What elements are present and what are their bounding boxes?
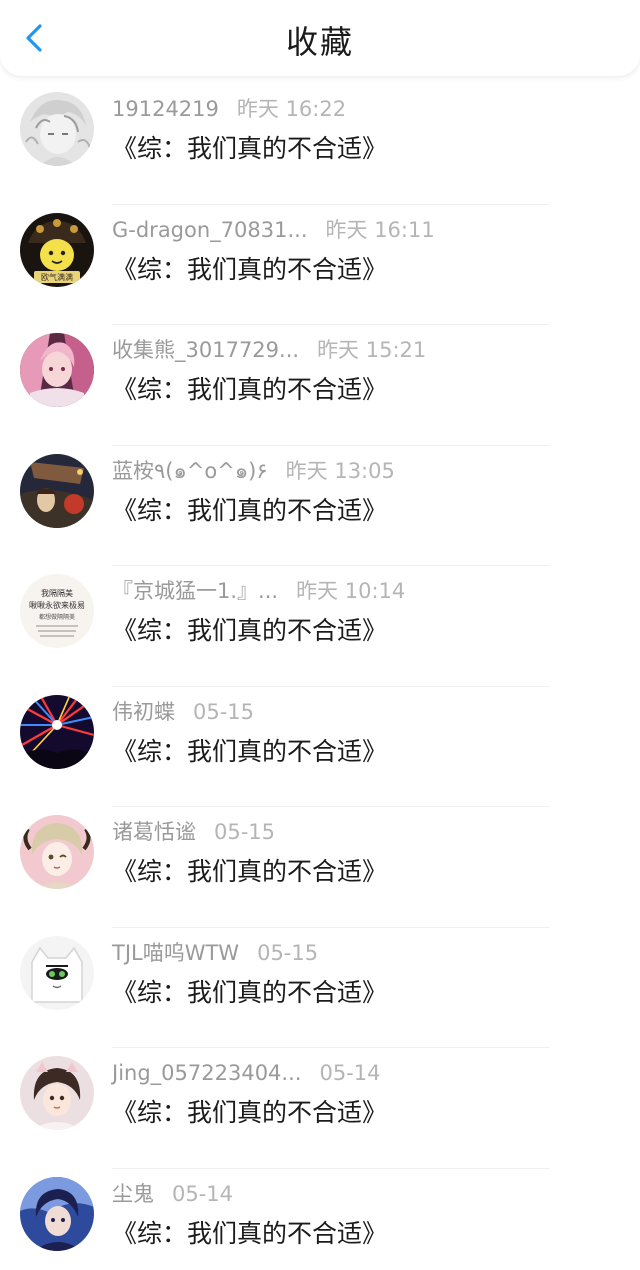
timestamp: 昨天 13:05 bbox=[285, 458, 395, 483]
top-bar: 收藏 bbox=[0, 0, 640, 76]
list-item[interactable]: 我隔隔美 啾啾永欲来极易 都想做隔隔美 『京城猛一1.』... 昨天 10:14 … bbox=[0, 566, 640, 687]
svg-text:欧气满满: 欧气满满 bbox=[41, 272, 73, 282]
timestamp: 昨天 16:22 bbox=[236, 97, 347, 121]
list-item[interactable]: 收集熊_3017729... 昨天 15:21 《综：我们真的不合适》 bbox=[0, 325, 640, 446]
item-meta: 『京城猛一1.』... 昨天 10:14 bbox=[112, 577, 405, 605]
timestamp: 昨天 15:21 bbox=[317, 338, 427, 362]
book-title[interactable]: 《综：我们真的不合适》 bbox=[112, 1215, 387, 1253]
avatar[interactable]: 我隔隔美 啾啾永欲来极易 都想做隔隔美 bbox=[20, 574, 94, 648]
favorites-screen: 收藏 19124219 昨天 16:22 《综：我们真的不合适》 欧气满满 G-… bbox=[0, 0, 640, 1270]
book-title[interactable]: 《综：我们真的不合适》 bbox=[112, 974, 387, 1012]
username[interactable]: 收集熊_3017729... bbox=[112, 338, 299, 362]
book-title[interactable]: 《综：我们真的不合适》 bbox=[112, 371, 387, 409]
book-title[interactable]: 《综：我们真的不合适》 bbox=[112, 853, 387, 891]
username[interactable]: Jing_057223404... bbox=[112, 1061, 301, 1085]
item-meta: TJL喵呜WTW 05-15 bbox=[112, 939, 318, 967]
timestamp: 05-14 bbox=[172, 1181, 234, 1206]
avatar[interactable] bbox=[20, 1176, 94, 1251]
book-title[interactable]: 《综：我们真的不合适》 bbox=[112, 733, 387, 771]
username[interactable]: G-dragon_70831... bbox=[112, 218, 308, 242]
list-item[interactable]: 尘鬼 05-14 《综：我们真的不合适》 bbox=[0, 1169, 640, 1270]
item-meta: 尘鬼 05-14 bbox=[112, 1180, 233, 1208]
book-title[interactable]: 《综：我们真的不合适》 bbox=[112, 1094, 387, 1132]
list-item[interactable]: 欧气满满 G-dragon_70831... 昨天 16:11 《综：我们真的不合… bbox=[0, 205, 640, 325]
username[interactable]: 尘鬼 bbox=[112, 1182, 154, 1206]
item-meta: 蓝桉٩(๑^o^๑)۶ 昨天 13:05 bbox=[112, 457, 395, 485]
username[interactable]: 19124219 bbox=[112, 97, 219, 121]
item-meta: G-dragon_70831... 昨天 16:11 bbox=[112, 216, 435, 244]
avatar[interactable] bbox=[20, 815, 94, 889]
list-item[interactable]: Jing_057223404... 05-14 《综：我们真的不合适》 bbox=[0, 1048, 640, 1169]
avatar[interactable] bbox=[20, 694, 94, 769]
username[interactable]: 蓝桉٩(๑^o^๑)۶ bbox=[112, 459, 268, 483]
list-item[interactable]: 蓝桉٩(๑^o^๑)۶ 昨天 13:05 《综：我们真的不合适》 bbox=[0, 446, 640, 566]
timestamp: 05-15 bbox=[193, 699, 255, 724]
book-title[interactable]: 《综：我们真的不合适》 bbox=[112, 612, 387, 650]
timestamp: 昨天 10:14 bbox=[296, 579, 406, 603]
item-meta: 伟初蝶 05-15 bbox=[112, 698, 254, 726]
item-meta: 19124219 昨天 16:22 bbox=[112, 95, 346, 123]
book-title[interactable]: 《综：我们真的不合适》 bbox=[112, 130, 387, 168]
avatar[interactable] bbox=[20, 453, 94, 528]
username[interactable]: 『京城猛一1.』... bbox=[112, 579, 278, 603]
list-item[interactable]: 伟初蝶 05-15 《综：我们真的不合适》 bbox=[0, 687, 640, 807]
timestamp: 05-15 bbox=[214, 820, 276, 844]
book-title[interactable]: 《综：我们真的不合适》 bbox=[112, 492, 387, 530]
avatar[interactable] bbox=[20, 935, 94, 1010]
timestamp: 昨天 16:11 bbox=[325, 217, 435, 242]
list-item[interactable]: TJL喵呜WTW 05-15 《综：我们真的不合适》 bbox=[0, 928, 640, 1048]
username[interactable]: 诸葛恬谧 bbox=[112, 820, 196, 844]
svg-text:都想做隔隔美: 都想做隔隔美 bbox=[39, 613, 75, 621]
favorites-list: 19124219 昨天 16:22 《综：我们真的不合适》 欧气满满 G-dra… bbox=[0, 84, 640, 1270]
list-item[interactable]: 19124219 昨天 16:22 《综：我们真的不合适》 bbox=[0, 84, 640, 205]
timestamp: 05-15 bbox=[257, 940, 319, 965]
item-meta: Jing_057223404... 05-14 bbox=[112, 1059, 380, 1087]
username[interactable]: TJL喵呜WTW bbox=[112, 941, 239, 965]
page-title: 收藏 bbox=[285, 23, 354, 61]
svg-text:啾啾永欲来极易: 啾啾永欲来极易 bbox=[29, 600, 85, 610]
username[interactable]: 伟初蝶 bbox=[112, 700, 175, 724]
avatar[interactable] bbox=[20, 333, 94, 407]
list-item[interactable]: 诸葛恬谧 05-15 《综：我们真的不合适》 bbox=[0, 807, 640, 928]
item-meta: 收集熊_3017729... 昨天 15:21 bbox=[112, 336, 426, 364]
avatar[interactable]: 欧气满满 bbox=[20, 212, 94, 287]
timestamp: 05-14 bbox=[319, 1061, 381, 1085]
book-title[interactable]: 《综：我们真的不合适》 bbox=[112, 251, 387, 289]
item-meta: 诸葛恬谧 05-15 bbox=[112, 818, 275, 846]
avatar[interactable] bbox=[20, 92, 94, 166]
svg-text:我隔隔美: 我隔隔美 bbox=[41, 588, 73, 598]
avatar[interactable] bbox=[20, 1056, 94, 1130]
